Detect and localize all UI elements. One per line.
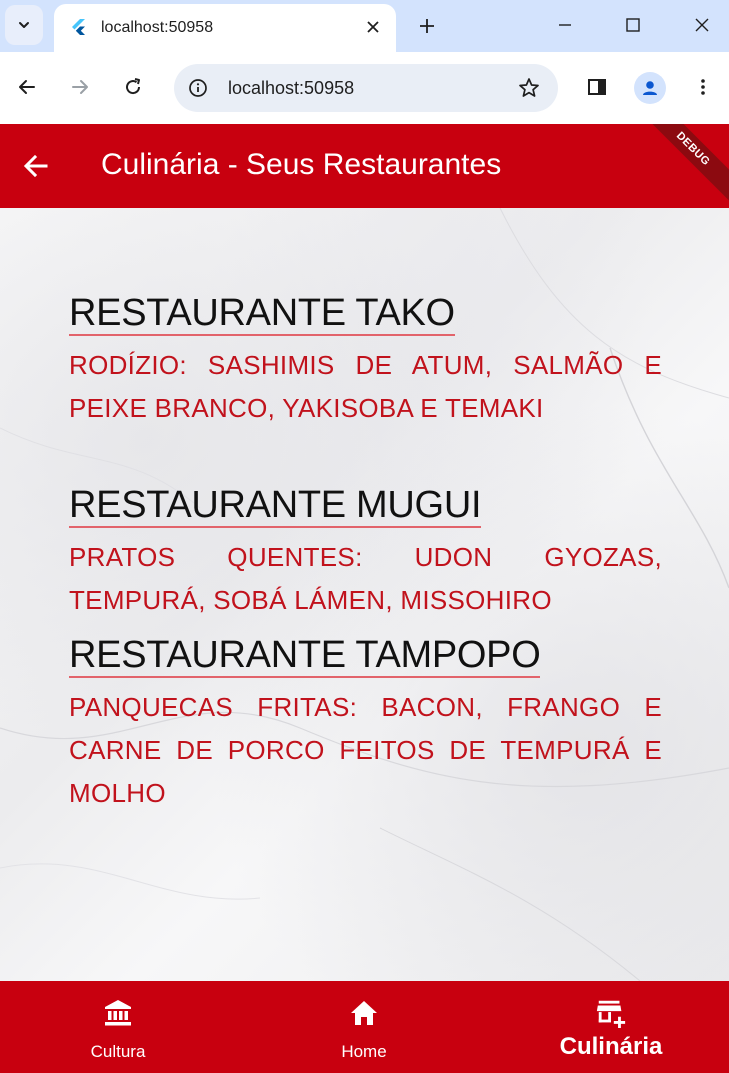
home-icon [348,997,380,1029]
bookmark-star-icon[interactable] [516,75,542,101]
side-panel-icon [588,79,606,95]
restaurant-card: RESTAURANTE TAKO RODÍZIO: SASHIMIS DE AT… [69,292,662,430]
minimize-button[interactable] [543,8,587,42]
forward-button[interactable] [63,70,97,104]
maximize-button[interactable] [611,8,655,42]
minimize-icon [559,24,571,26]
chevron-down-icon [19,22,29,28]
close-icon [367,21,379,33]
plus-icon [420,19,434,33]
address-bar[interactable]: localhost:50958 [174,64,558,112]
add-business-icon [595,997,627,1029]
museum-icon [102,997,134,1029]
arrow-back-icon [23,154,48,178]
restaurant-name: RESTAURANTE TAKO [69,292,455,336]
restaurant-name: RESTAURANTE MUGUI [69,484,482,528]
browser-toolbar: localhost:50958 [0,52,729,124]
nav-label: Culinária [559,1033,663,1060]
person-icon [643,81,657,95]
nav-label: Home [341,1042,387,1061]
new-tab-button[interactable] [412,11,442,41]
info-icon[interactable] [186,76,210,100]
restaurant-description: RODÍZIO: SASHIMIS DE ATUM, SALMÃO E PEIX… [69,350,662,423]
nav-item-home[interactable]: Home [274,981,454,1073]
page-title: Culinária - Seus Restaurantes [101,148,502,181]
flutter-icon [72,19,85,35]
debug-banner: DEBUG [628,124,729,208]
app-bar: Culinária - Seus Restaurantes DEBUG [0,124,729,208]
side-panel-button[interactable] [580,70,614,104]
back-button[interactable] [10,70,44,104]
menu-button[interactable] [686,70,720,104]
restaurant-card: RESTAURANTE MUGUI PRATOS QUENTES: UDON G… [69,484,662,622]
maximize-icon [626,18,640,32]
more-vertical-icon [701,79,705,95]
restaurant-name: RESTAURANTE TAMPOPO [69,634,541,678]
browser-tab-strip: localhost:50958 [0,0,729,52]
profile-avatar[interactable] [634,72,666,104]
close-icon [695,18,709,32]
arrow-left-icon [19,80,35,94]
tab-search-button[interactable] [5,5,43,45]
bottom-navigation: Cultura Home Culinária [0,981,729,1073]
restaurant-card: RESTAURANTE TAMPOPO PANQUECAS FRITAS: BA… [69,634,662,815]
nav-item-cultura[interactable]: Cultura [28,981,208,1073]
restaurant-description: PANQUECAS FRITAS: BACON, FRANGO E CARNE … [69,692,662,808]
restaurant-description: PRATOS QUENTES: UDON GYOZAS, TEMPURÁ, SO… [69,542,662,615]
tab-close-button[interactable] [362,16,384,38]
url-text[interactable]: localhost:50958 [228,78,354,99]
reload-button[interactable] [116,70,150,104]
browser-tab[interactable]: localhost:50958 [54,4,396,52]
nav-label: Cultura [90,1042,146,1061]
arrow-right-icon [72,80,88,94]
app-back-button[interactable] [18,148,54,184]
tab-title: localhost:50958 [101,19,214,36]
close-window-button[interactable] [680,8,724,42]
reload-icon [126,78,141,95]
restaurant-list: RESTAURANTE TAKO RODÍZIO: SASHIMIS DE AT… [0,208,729,981]
nav-item-culinaria[interactable]: Culinária [521,981,701,1073]
